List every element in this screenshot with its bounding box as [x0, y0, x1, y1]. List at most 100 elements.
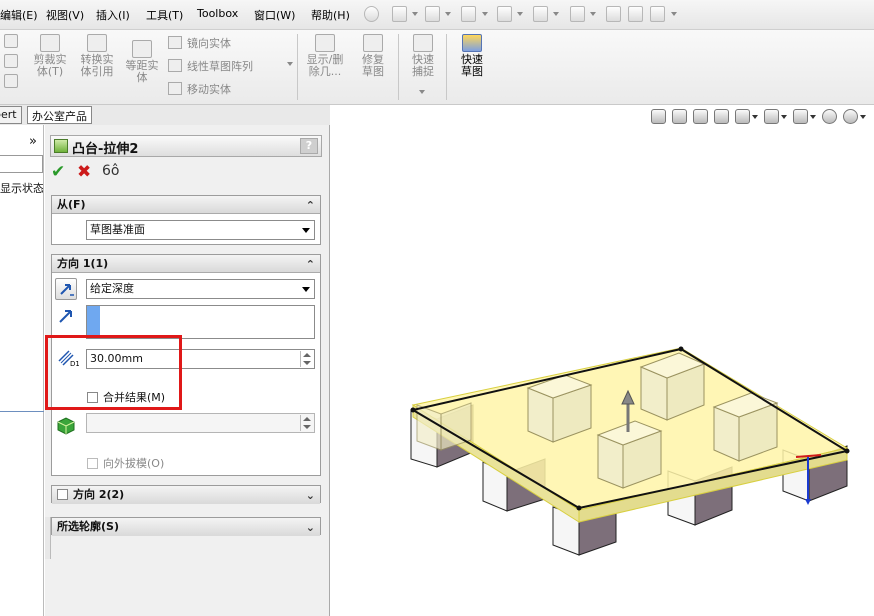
detailed-preview-icon[interactable]: 6ô: [102, 163, 119, 179]
from-section: 从(F) ⌃ 草图基准面: [51, 195, 321, 245]
undo-dropdown-icon[interactable]: [553, 12, 559, 16]
convert-entities-button[interactable]: 转换实体引用: [77, 34, 117, 78]
pin-icon[interactable]: [364, 6, 379, 22]
display-state-label: 显示状态: [0, 182, 43, 195]
collapse-chevron-icon[interactable]: ⌃: [306, 256, 315, 274]
top-block: [526, 374, 593, 443]
menu-help[interactable]: 帮助(H): [311, 7, 350, 23]
select-icon[interactable]: [570, 6, 585, 22]
print-dropdown-icon[interactable]: [517, 12, 523, 16]
toolbar-separator: [398, 34, 399, 100]
convert-icon: [87, 34, 107, 52]
undo-icon[interactable]: [533, 6, 548, 22]
linear-pattern-button[interactable]: 线性草图阵列: [168, 58, 253, 74]
mirror-icon: [168, 36, 182, 49]
ok-check-icon[interactable]: ✔: [51, 162, 65, 182]
show-hide-relations-button[interactable]: 显示/删除几...: [302, 34, 348, 78]
options-dropdown-icon[interactable]: [671, 12, 677, 16]
highlight-annotation: [45, 335, 182, 410]
draft-angle-input[interactable]: [86, 413, 315, 433]
mirror-entities-button[interactable]: 镜向实体: [168, 35, 231, 51]
toolbar-left-icons: [2, 34, 20, 94]
feature-tree-panel: » 显示状态: [0, 125, 44, 616]
tab-office-products[interactable]: 办公室产品: [27, 106, 92, 124]
rapid-sketch-button[interactable]: 快速草图: [451, 34, 493, 78]
collapse-chevron-icon[interactable]: ⌃: [306, 197, 315, 215]
command-manager: 剪裁实体(T) 转换实体引用 等距实体 镜向实体 线性草图阵列 移动实体 显示/…: [0, 30, 874, 105]
relations-icon: [315, 34, 335, 52]
snap-icon: [413, 34, 433, 52]
rebuild-icon[interactable]: [606, 6, 621, 22]
open-document-icon[interactable]: [425, 6, 440, 22]
selected-contours-header[interactable]: 所选轮廓(S) ⌄: [52, 518, 320, 536]
tab-expert[interactable]: pert: [0, 106, 22, 124]
pm-title: 凸台-拉伸2: [72, 142, 139, 157]
save-icon[interactable]: [461, 6, 476, 22]
menu-window[interactable]: 窗口(W): [254, 7, 295, 23]
open-dropdown-icon[interactable]: [445, 12, 451, 16]
select-dropdown-icon[interactable]: [590, 12, 596, 16]
depth-spinner[interactable]: [300, 351, 312, 367]
smart-dimension-icon[interactable]: [4, 54, 18, 68]
repair-sketch-button[interactable]: 修复草图: [353, 34, 393, 78]
menu-tools[interactable]: 工具(T): [146, 7, 183, 23]
selected-contours-section: 所选轮廓(S) ⌄: [51, 517, 321, 536]
model-preview: [410, 346, 850, 556]
menu-insert[interactable]: 插入(I): [96, 7, 130, 23]
new-document-icon[interactable]: [392, 6, 407, 22]
manager-tabs: pert 办公室产品: [0, 105, 330, 125]
menu-view[interactable]: 视图(V): [46, 7, 84, 23]
cancel-x-icon[interactable]: ✖: [77, 162, 91, 182]
tree-filter-input[interactable]: [0, 155, 43, 173]
toolbar-separator: [446, 34, 447, 100]
pattern-dropdown-icon[interactable]: [287, 62, 293, 66]
direction2-header[interactable]: 方向 2(2) ⌄: [52, 486, 320, 504]
direction1-header[interactable]: 方向 1(1) ⌃: [52, 255, 320, 273]
menu-edit[interactable]: 编辑(E): [0, 7, 38, 23]
help-button[interactable]: ?: [300, 138, 318, 154]
direction-vector-selection-box[interactable]: [86, 305, 315, 339]
pm-title-bar: 凸台-拉伸2 ?: [50, 135, 322, 157]
move-entities-button[interactable]: 移动实体: [168, 81, 231, 97]
save-dropdown-icon[interactable]: [482, 12, 488, 16]
repair-icon: [363, 34, 383, 52]
line-icon[interactable]: [4, 74, 18, 88]
direction2-checkbox[interactable]: [57, 489, 68, 500]
offset-entities-button[interactable]: 等距实体: [122, 40, 162, 84]
print-icon[interactable]: [497, 6, 512, 22]
expand-chevron-icon[interactable]: ⌄: [306, 487, 315, 505]
toolbar-separator: [297, 34, 298, 100]
feature-scope-icon[interactable]: [55, 413, 77, 435]
reverse-direction-icon[interactable]: [55, 278, 77, 300]
selection-color-swatch: [87, 306, 100, 338]
boss-extrude-icon: [54, 139, 68, 153]
draft-outward-checkbox[interactable]: 向外拔模(O): [87, 455, 164, 471]
menu-toolbox[interactable]: Toolbox: [197, 7, 238, 20]
pattern-icon: [168, 59, 182, 72]
draft-checkbox-box[interactable]: [87, 458, 98, 469]
draft-spinner[interactable]: [300, 415, 312, 431]
new-dropdown-icon[interactable]: [412, 12, 418, 16]
quick-snaps-button[interactable]: 快速捕捉: [403, 34, 443, 78]
dropdown-arrow-icon: [302, 228, 310, 233]
from-section-header[interactable]: 从(F) ⌃: [52, 196, 320, 214]
expand-chevron-icon[interactable]: »: [29, 134, 37, 149]
panel-splitter-handle[interactable]: [45, 517, 51, 559]
property-manager: 凸台-拉伸2 ? ✔ ✖ 6ô 从(F) ⌃ 草图基准面 方向 1(1) ⌃ 给定深…: [45, 125, 330, 616]
expand-chevron-icon[interactable]: ⌄: [306, 519, 315, 537]
tree-divider: [0, 411, 44, 412]
file-properties-icon[interactable]: [628, 6, 643, 22]
menu-bar: 编辑(E) 视图(V) 插入(I) 工具(T) Toolbox 窗口(W) 帮助…: [0, 0, 874, 30]
snaps-dropdown-icon[interactable]: [419, 90, 425, 94]
from-start-condition-select[interactable]: 草图基准面: [86, 220, 315, 240]
direction2-section: 方向 2(2) ⌄: [51, 485, 321, 504]
sketch-icon[interactable]: [4, 34, 18, 48]
rapid-sketch-icon: [462, 34, 482, 52]
options-icon[interactable]: [650, 6, 665, 22]
end-condition-select[interactable]: 给定深度: [86, 279, 315, 299]
graphics-area[interactable]: [331, 105, 874, 616]
move-icon: [168, 82, 182, 95]
trim-entities-button[interactable]: 剪裁实体(T): [30, 34, 70, 78]
dropdown-arrow-icon: [302, 287, 310, 292]
direction-arrow-icon: [57, 307, 75, 328]
